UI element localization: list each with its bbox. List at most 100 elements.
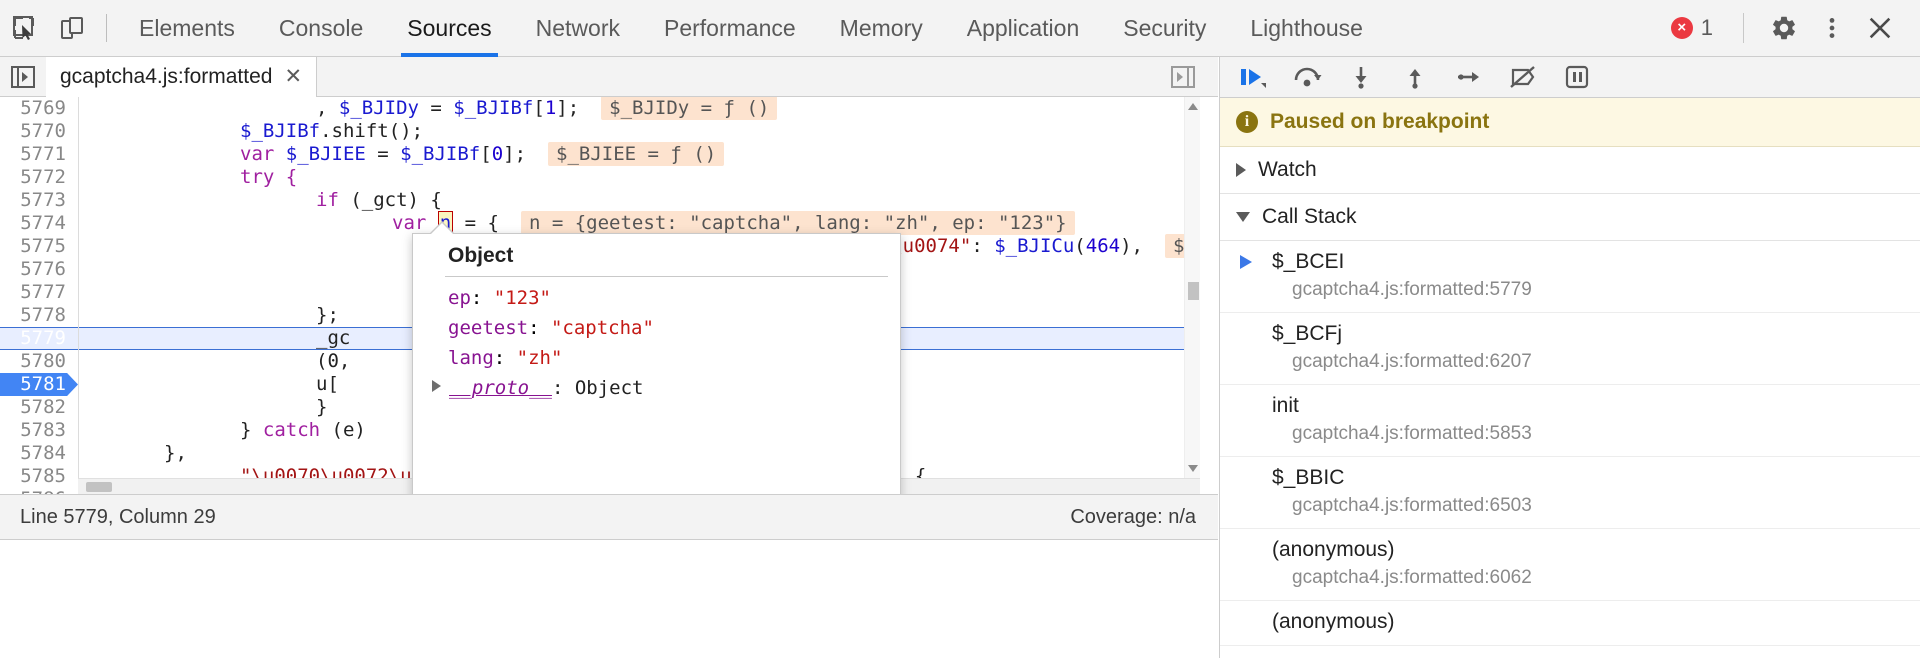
code-token: 464 — [1085, 235, 1121, 257]
tab-memory[interactable]: Memory — [818, 0, 945, 57]
line-number[interactable]: 5778 — [0, 304, 78, 327]
tab-performance[interactable]: Performance — [642, 0, 818, 57]
close-icon[interactable] — [1856, 4, 1904, 52]
call-stack-frame-name: (anonymous) — [1272, 610, 1395, 633]
pause-on-exceptions-icon[interactable] — [1554, 57, 1600, 98]
call-stack-frame-location[interactable]: gcaptcha4.js:formatted:5853 — [1272, 420, 1904, 447]
horizontal-scroll-thumb[interactable] — [86, 482, 112, 492]
scroll-up-arrow-icon[interactable] — [1188, 103, 1198, 110]
line-number[interactable]: 5785 — [0, 465, 78, 488]
code-token: (e) — [320, 419, 366, 441]
tab-network[interactable]: Network — [514, 0, 642, 57]
file-tab-gcaptcha4[interactable]: gcaptcha4.js:formatted ✕ — [46, 56, 318, 97]
code-line[interactable]: 5771 var $_BJIEE = $_BJIBf[0]; $_BJIEE = ƒ… — [0, 142, 1200, 166]
popover-property-row: lang: "zh" — [413, 343, 900, 373]
show-navigator-icon[interactable] — [0, 64, 46, 90]
popover-property-value: "zh" — [516, 347, 563, 369]
code-line[interactable]: 5774 var n = {n = {geetest: "captcha", la… — [0, 211, 1200, 235]
line-number[interactable]: 5771 — [0, 143, 78, 166]
line-number[interactable]: 5783 — [0, 419, 78, 442]
line-number[interactable]: 5770 — [0, 120, 78, 143]
devtools-main-toolbar: Elements Console Sources Network Perform… — [0, 0, 1920, 57]
file-tab-close-icon[interactable]: ✕ — [284, 64, 302, 89]
line-number[interactable]: 5779 — [0, 327, 78, 350]
vertical-scroll-thumb[interactable] — [1188, 282, 1199, 300]
tab-lighthouse-label: Lighthouse — [1250, 14, 1363, 41]
line-number[interactable]: 5780 — [0, 350, 78, 373]
gutter-divider — [78, 396, 79, 419]
scroll-down-arrow-icon[interactable] — [1188, 465, 1198, 472]
gutter-divider — [78, 350, 79, 373]
tab-lighthouse[interactable]: Lighthouse — [1228, 0, 1385, 57]
editor-vertical-scrollbar[interactable] — [1184, 97, 1200, 478]
kebab-menu-icon[interactable] — [1808, 4, 1856, 52]
line-number[interactable]: 5772 — [0, 166, 78, 189]
step-out-icon[interactable] — [1392, 57, 1438, 98]
code-line-text: , $_BJIDy = $_BJIBf[1]; $_BJIDy = ƒ () — [88, 97, 778, 120]
code-token: = — [418, 97, 454, 119]
watch-section-header[interactable]: Watch — [1220, 147, 1920, 194]
popover-property-row: ep: "123" — [413, 283, 900, 313]
tab-console[interactable]: Console — [257, 0, 385, 57]
step-icon[interactable] — [1446, 57, 1492, 98]
show-debugger-sidebar-icon[interactable] — [1160, 64, 1206, 90]
popover-property-key: geetest — [448, 317, 529, 339]
line-number[interactable]: 5782 — [0, 396, 78, 419]
gutter-divider — [78, 189, 79, 212]
inspect-cursor-icon[interactable] — [0, 4, 48, 52]
call-stack-frame[interactable]: (anonymous) gcaptcha4.js:formatted:6062 — [1220, 529, 1920, 601]
call-stack-frame-location[interactable]: gcaptcha4.js:formatted:5779 — [1272, 276, 1904, 303]
call-stack-frame[interactable]: (anonymous) — [1220, 601, 1920, 646]
code-line[interactable]: 5770 $_BJIBf.shift(); — [0, 120, 1200, 143]
popover-proto-row[interactable]: __proto__: Object — [413, 373, 900, 403]
gear-icon[interactable] — [1760, 4, 1808, 52]
popover-property-key: __proto__ — [449, 377, 552, 399]
call-stack-frame-location[interactable]: gcaptcha4.js:formatted:6503 — [1272, 492, 1904, 519]
tab-application-label: Application — [966, 14, 1080, 41]
code-token: _gc — [316, 327, 351, 349]
call-stack-frame[interactable]: $_BCFj gcaptcha4.js:formatted:6207 — [1220, 313, 1920, 385]
step-into-icon[interactable] — [1338, 57, 1384, 98]
gutter-divider — [78, 166, 79, 189]
error-icon: × — [1670, 17, 1693, 39]
gutter-divider — [78, 97, 79, 120]
line-number[interactable]: 5781 — [0, 373, 78, 396]
tab-security[interactable]: Security — [1101, 0, 1228, 57]
code-token: $_BJICu — [994, 235, 1075, 257]
coverage-label[interactable]: Coverage: n/a — [1070, 506, 1218, 529]
code-line[interactable]: 5769 , $_BJIDy = $_BJIBf[1]; $_BJIDy = ƒ (… — [0, 97, 1200, 120]
code-token: = — [365, 143, 401, 165]
line-number[interactable]: 5775 — [0, 235, 78, 258]
code-token: [ — [533, 97, 545, 119]
line-number[interactable]: 5777 — [0, 281, 78, 304]
line-number[interactable]: 5776 — [0, 258, 78, 281]
line-number[interactable]: 5769 — [0, 97, 78, 120]
error-count-badge[interactable]: × 1 — [1670, 15, 1713, 41]
call-stack-frame[interactable]: $_BCEI gcaptcha4.js:formatted:5779 — [1220, 241, 1920, 313]
line-number[interactable]: 5784 — [0, 442, 78, 465]
call-stack-frame-list: $_BCEI gcaptcha4.js:formatted:5779 $_BCFj g… — [1220, 241, 1920, 646]
line-number[interactable]: 5774 — [0, 212, 78, 235]
step-over-icon[interactable] — [1284, 57, 1330, 98]
popover-property-value: "123" — [493, 287, 551, 309]
tab-application[interactable]: Application — [945, 0, 1102, 57]
tab-sources[interactable]: Sources — [385, 0, 513, 57]
deactivate-breakpoints-icon[interactable] — [1500, 57, 1546, 98]
code-line[interactable]: 5773 if (_gct) { — [0, 189, 1200, 212]
expand-triangle-icon[interactable] — [432, 380, 441, 392]
line-number[interactable]: 5773 — [0, 189, 78, 212]
tab-elements[interactable]: Elements — [117, 0, 257, 57]
cursor-position-label[interactable]: Line 5779, Column 29 — [0, 506, 216, 529]
call-stack-frame[interactable]: init gcaptcha4.js:formatted:5853 — [1220, 385, 1920, 457]
call-stack-frame[interactable]: $_BBIC gcaptcha4.js:formatted:6503 — [1220, 457, 1920, 529]
call-stack-section-header[interactable]: Call Stack — [1220, 194, 1920, 241]
code-token: 0 — [491, 143, 504, 165]
resume-icon[interactable] — [1230, 57, 1276, 98]
device-toggle-icon[interactable] — [48, 4, 96, 52]
call-stack-frame-location[interactable]: gcaptcha4.js:formatted:6062 — [1272, 564, 1904, 591]
code-line[interactable]: 5772 try { — [0, 166, 1200, 189]
gutter-divider — [78, 419, 79, 442]
gutter-divider — [78, 258, 79, 281]
panel-tab-list: Elements Console Sources Network Perform… — [117, 0, 1385, 57]
call-stack-frame-location[interactable]: gcaptcha4.js:formatted:6207 — [1272, 348, 1904, 375]
